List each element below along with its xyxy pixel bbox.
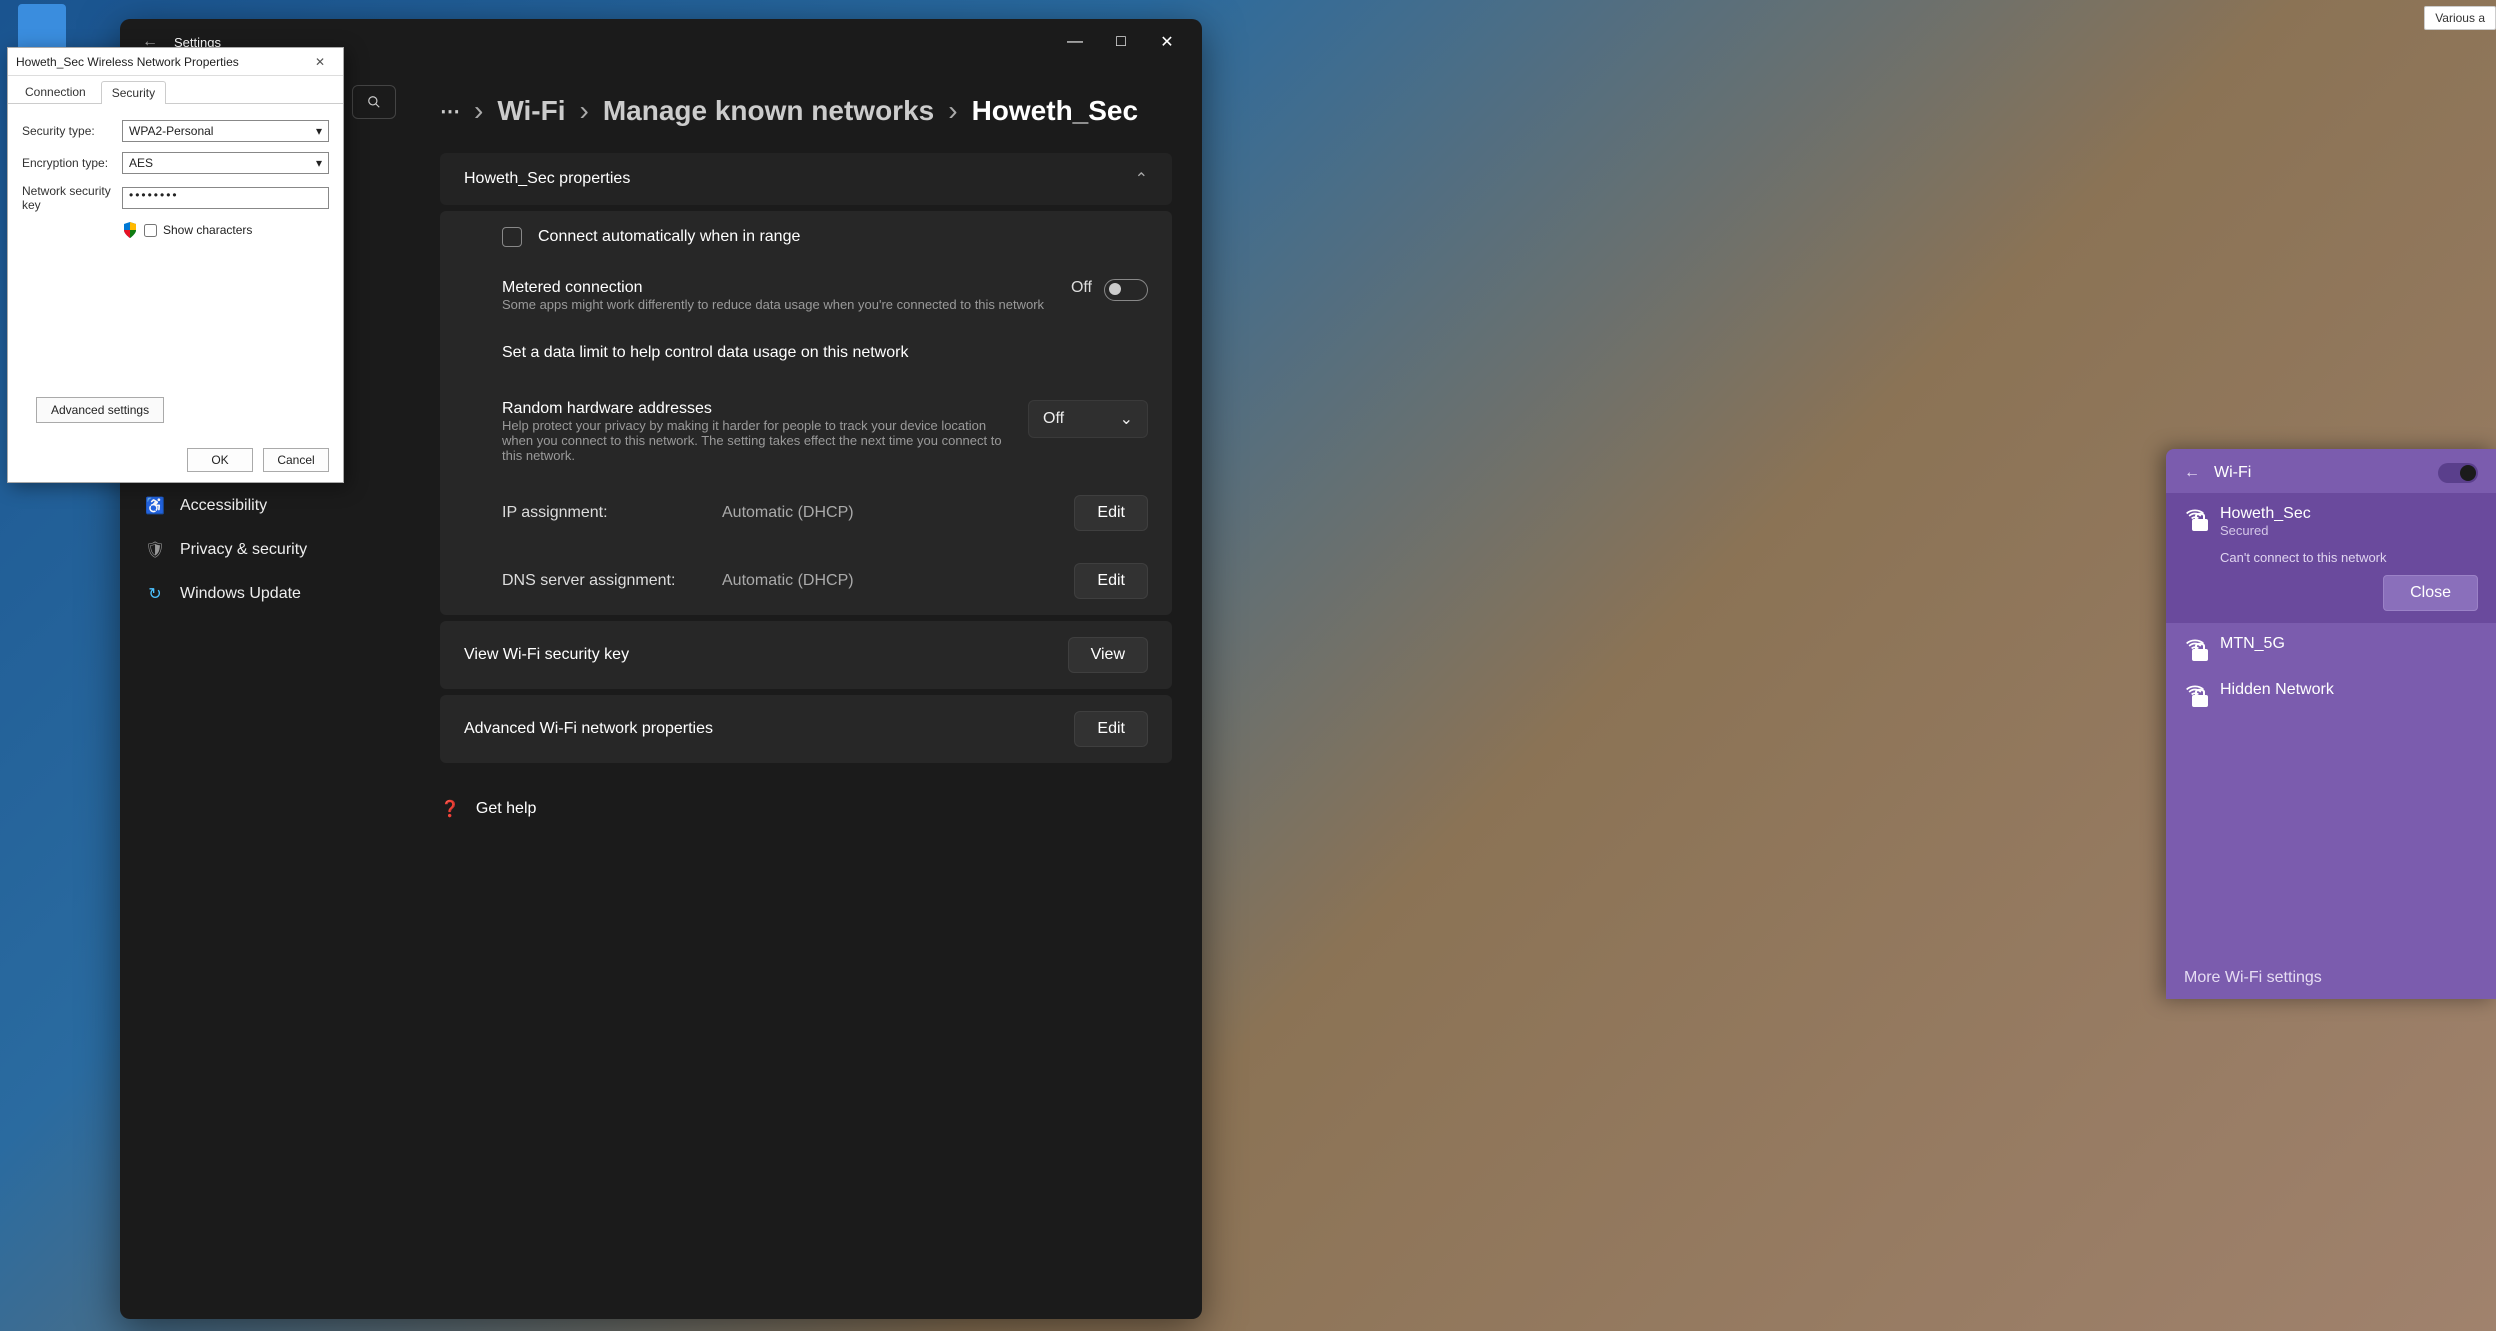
tab-security[interactable]: Security bbox=[101, 81, 166, 104]
flyout-header: ← Wi-Fi bbox=[2166, 449, 2496, 493]
wifi-master-toggle[interactable] bbox=[2438, 463, 2478, 483]
chevron-right-icon: › bbox=[580, 95, 589, 127]
wifi-flyout: ← Wi-Fi Howeth_Sec Secured Can't connect… bbox=[2166, 449, 2496, 999]
uac-shield-icon bbox=[122, 222, 138, 238]
dns-assignment-row: DNS server assignment: Automatic (DHCP) … bbox=[440, 547, 1172, 615]
dialog-titlebar[interactable]: Howeth_Sec Wireless Network Properties ✕ bbox=[8, 48, 343, 76]
sidebar-item-update[interactable]: ↻ Windows Update bbox=[130, 573, 400, 615]
control-panel-icon bbox=[18, 4, 66, 52]
chevron-down-icon: ▾ bbox=[316, 124, 322, 138]
tab-connection[interactable]: Connection bbox=[14, 80, 97, 103]
minimize-button[interactable]: ― bbox=[1052, 26, 1098, 58]
network-item[interactable]: Hidden Network bbox=[2166, 669, 2496, 715]
network-close-button[interactable]: Close bbox=[2383, 575, 2478, 611]
network-error-message: Can't connect to this network bbox=[2220, 550, 2478, 565]
dialog-close-button[interactable]: ✕ bbox=[305, 55, 335, 69]
section-header: Howeth_Sec properties bbox=[464, 170, 630, 188]
metered-toggle[interactable] bbox=[1104, 279, 1148, 301]
dns-edit-button[interactable]: Edit bbox=[1074, 563, 1148, 599]
advanced-label: Advanced Wi-Fi network properties bbox=[464, 720, 713, 738]
flyout-back-button[interactable]: ← bbox=[2184, 464, 2200, 482]
sidebar-item-label: Accessibility bbox=[180, 497, 267, 515]
chevron-right-icon: › bbox=[948, 95, 957, 127]
sidebar-item-label: Privacy & security bbox=[180, 541, 307, 559]
security-type-dropdown[interactable]: WPA2-Personal ▾ bbox=[122, 120, 329, 142]
network-name: MTN_5G bbox=[2220, 635, 2285, 653]
breadcrumb-current: Howeth_Sec bbox=[972, 95, 1139, 127]
dialog-tabs: Connection Security bbox=[8, 76, 343, 104]
metered-row: Metered connection Some apps might work … bbox=[440, 263, 1172, 328]
random-hw-dropdown[interactable]: Off ⌄ bbox=[1028, 400, 1148, 438]
network-item-selected[interactable]: Howeth_Sec Secured Can't connect to this… bbox=[2166, 493, 2496, 623]
settings-main: ⋯ › Wi-Fi › Manage known networks › Howe… bbox=[410, 65, 1202, 1319]
breadcrumb-more-button[interactable]: ⋯ bbox=[440, 99, 460, 124]
accessibility-icon: ♿ bbox=[144, 495, 166, 517]
metered-title: Metered connection bbox=[502, 279, 1071, 297]
encryption-type-label: Encryption type: bbox=[22, 156, 122, 170]
wifi-secure-icon bbox=[2184, 681, 2206, 703]
security-type-label: Security type: bbox=[22, 124, 122, 138]
dns-label: DNS server assignment: bbox=[502, 572, 722, 590]
search-button[interactable] bbox=[352, 85, 396, 119]
update-icon: ↻ bbox=[144, 583, 166, 605]
flyout-title: Wi-Fi bbox=[2214, 464, 2251, 482]
sidebar-item-accessibility[interactable]: ♿ Accessibility bbox=[130, 485, 400, 527]
dialog-title: Howeth_Sec Wireless Network Properties bbox=[16, 55, 239, 69]
random-hw-subtitle: Help protect your privacy by making it h… bbox=[502, 418, 1008, 463]
breadcrumb: ⋯ › Wi-Fi › Manage known networks › Howe… bbox=[440, 95, 1172, 127]
show-characters-label: Show characters bbox=[163, 223, 252, 237]
chevron-down-icon: ⌄ bbox=[1120, 409, 1133, 429]
random-hw-title: Random hardware addresses bbox=[502, 400, 1008, 418]
network-properties-dialog: Howeth_Sec Wireless Network Properties ✕… bbox=[7, 47, 344, 483]
ip-value: Automatic (DHCP) bbox=[722, 504, 854, 522]
show-characters-checkbox[interactable] bbox=[144, 224, 157, 237]
breadcrumb-wifi[interactable]: Wi-Fi bbox=[497, 95, 565, 127]
metered-subtitle: Some apps might work differently to redu… bbox=[502, 297, 1071, 312]
wifi-secure-icon bbox=[2184, 635, 2206, 657]
network-name: Howeth_Sec bbox=[2220, 505, 2311, 523]
advanced-settings-button[interactable]: Advanced settings bbox=[36, 397, 164, 423]
auto-connect-row[interactable]: Connect automatically when in range bbox=[440, 211, 1172, 263]
ip-assignment-row: IP assignment: Automatic (DHCP) Edit bbox=[440, 479, 1172, 547]
shield-icon: 🛡 bbox=[144, 539, 166, 561]
wifi-secure-icon bbox=[2184, 505, 2206, 527]
encryption-type-dropdown[interactable]: AES ▾ bbox=[122, 152, 329, 174]
network-key-input[interactable]: •••••••• bbox=[122, 187, 329, 209]
maximize-button[interactable]: □ bbox=[1098, 26, 1144, 58]
random-hw-row: Random hardware addresses Help protect y… bbox=[440, 378, 1172, 479]
properties-expander[interactable]: Howeth_Sec properties ⌃ bbox=[440, 153, 1172, 205]
dns-value: Automatic (DHCP) bbox=[722, 572, 854, 590]
ip-label: IP assignment: bbox=[502, 504, 722, 522]
data-limit-link[interactable]: Set a data limit to help control data us… bbox=[440, 328, 1172, 378]
view-key-button[interactable]: View bbox=[1068, 637, 1148, 673]
get-help-link[interactable]: ❓ Get help bbox=[440, 783, 1172, 835]
cancel-button[interactable]: Cancel bbox=[263, 448, 329, 472]
sidebar-item-privacy[interactable]: 🛡 Privacy & security bbox=[130, 529, 400, 571]
help-icon: ❓ bbox=[440, 799, 460, 819]
search-icon bbox=[367, 95, 381, 109]
advanced-properties-row: Advanced Wi-Fi network properties Edit bbox=[440, 695, 1172, 763]
more-wifi-settings-link[interactable]: More Wi-Fi settings bbox=[2166, 957, 2496, 999]
network-name: Hidden Network bbox=[2220, 681, 2334, 699]
view-security-key-row: View Wi-Fi security key View bbox=[440, 621, 1172, 689]
auto-connect-label: Connect automatically when in range bbox=[538, 228, 800, 246]
ok-button[interactable]: OK bbox=[187, 448, 253, 472]
sidebar-item-label: Windows Update bbox=[180, 585, 301, 603]
view-key-label: View Wi-Fi security key bbox=[464, 646, 629, 664]
ip-edit-button[interactable]: Edit bbox=[1074, 495, 1148, 531]
chevron-up-icon: ⌃ bbox=[1135, 169, 1148, 189]
close-button[interactable]: ✕ bbox=[1144, 26, 1190, 58]
advanced-edit-button[interactable]: Edit bbox=[1074, 711, 1148, 747]
truncated-tooltip: Various a bbox=[2424, 6, 2496, 30]
network-key-label: Network security key bbox=[22, 184, 122, 212]
chevron-down-icon: ▾ bbox=[316, 156, 322, 170]
metered-state: Off bbox=[1071, 279, 1092, 297]
chevron-right-icon: › bbox=[474, 95, 483, 127]
breadcrumb-manage-known[interactable]: Manage known networks bbox=[603, 95, 934, 127]
auto-connect-checkbox[interactable] bbox=[502, 227, 522, 247]
network-status: Secured bbox=[2220, 523, 2311, 538]
network-item[interactable]: MTN_5G bbox=[2166, 623, 2496, 669]
